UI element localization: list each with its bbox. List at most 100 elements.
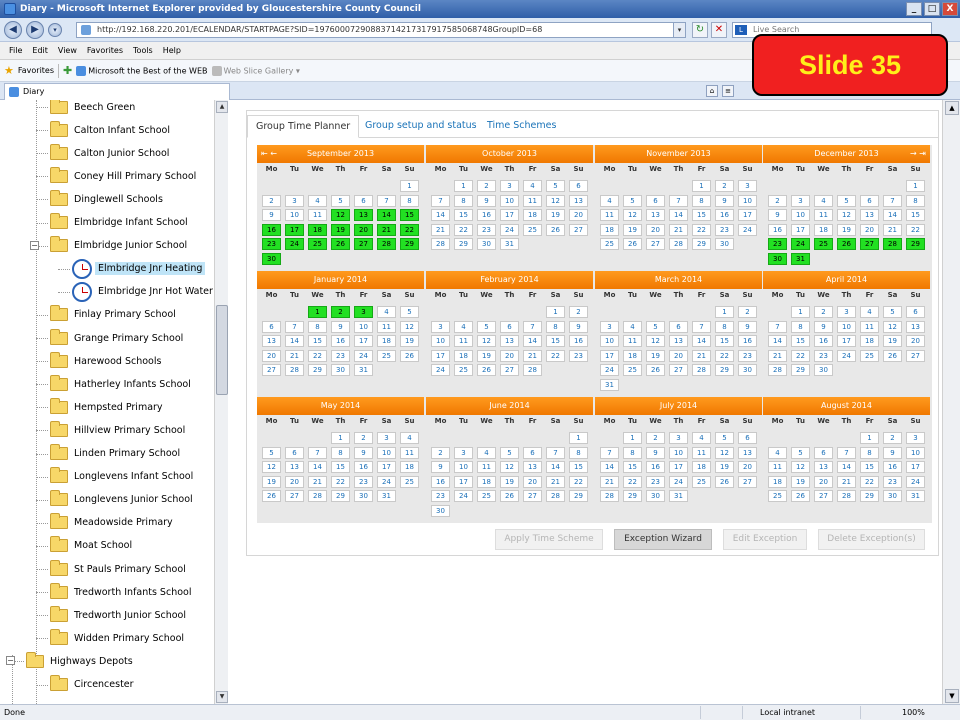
day-cell[interactable]: 7: [883, 194, 902, 207]
day-cell[interactable]: 7: [768, 320, 787, 333]
day-cell[interactable]: 1: [791, 306, 810, 318]
day-cell[interactable]: 17: [500, 209, 519, 221]
day-cell[interactable]: 15: [546, 335, 565, 347]
tree-item-elmbridge-jnr-hot-water[interactable]: Elmbridge Jnr Hot Water: [58, 281, 213, 303]
day-cell[interactable]: 9: [883, 446, 902, 459]
zoom-level[interactable]: 100%: [902, 705, 925, 720]
day-cell[interactable]: 24: [454, 490, 473, 502]
day-cell[interactable]: 22: [546, 349, 565, 362]
day-cell[interactable]: 24: [791, 238, 810, 250]
day-cell[interactable]: 9: [569, 320, 588, 333]
day-cell[interactable]: 23: [262, 238, 281, 250]
day-cell[interactable]: 15: [569, 461, 588, 473]
day-cell[interactable]: 7: [692, 320, 711, 333]
day-cell[interactable]: 8: [791, 320, 810, 333]
day-cell[interactable]: 10: [454, 461, 473, 473]
day-cell[interactable]: 22: [331, 475, 350, 488]
day-cell[interactable]: 26: [331, 238, 350, 250]
menu-file[interactable]: File: [4, 42, 27, 59]
day-cell[interactable]: 16: [738, 335, 757, 347]
day-cell[interactable]: 14: [546, 461, 565, 473]
tree-item-elmbridge-junior-school[interactable]: Elmbridge Junior School: [36, 235, 187, 257]
day-cell[interactable]: 2: [354, 432, 373, 444]
exception-wizard-button[interactable]: Exception Wizard: [614, 529, 712, 550]
url-dropdown-icon[interactable]: ▾: [673, 23, 685, 37]
day-cell[interactable]: 10: [837, 320, 856, 333]
day-cell[interactable]: 3: [600, 320, 619, 333]
day-cell[interactable]: 4: [623, 320, 642, 333]
day-cell[interactable]: 18: [523, 209, 542, 221]
day-cell[interactable]: 29: [454, 238, 473, 250]
collapse-icon[interactable]: −: [6, 656, 15, 666]
day-cell[interactable]: 3: [837, 306, 856, 318]
page-scroll-up-icon[interactable]: ▲: [945, 101, 959, 115]
day-cell[interactable]: 10: [500, 194, 519, 207]
day-cell[interactable]: 9: [354, 446, 373, 459]
day-cell[interactable]: 8: [569, 446, 588, 459]
day-cell[interactable]: 17: [600, 349, 619, 362]
day-cell[interactable]: 23: [883, 475, 902, 488]
day-cell[interactable]: 20: [569, 209, 588, 221]
day-cell[interactable]: 8: [400, 194, 419, 207]
day-cell[interactable]: 8: [906, 194, 925, 207]
day-cell[interactable]: 25: [768, 490, 787, 502]
maximize-button[interactable]: □: [924, 2, 940, 16]
day-cell[interactable]: 28: [546, 490, 565, 502]
day-cell[interactable]: 15: [791, 335, 810, 347]
day-cell[interactable]: 16: [814, 335, 833, 347]
day-cell[interactable]: 26: [791, 490, 810, 502]
tab-group-setup-status[interactable]: Group setup and status: [357, 115, 485, 138]
day-cell[interactable]: 14: [768, 335, 787, 347]
day-cell[interactable]: 28: [431, 238, 450, 250]
day-cell[interactable]: 23: [814, 349, 833, 362]
day-cell[interactable]: 17: [791, 223, 810, 236]
day-cell[interactable]: 13: [354, 209, 373, 221]
day-cell[interactable]: 18: [600, 223, 619, 236]
day-cell[interactable]: 11: [308, 209, 327, 221]
tree-item-circencester[interactable]: Circencester: [36, 674, 134, 696]
day-cell[interactable]: 4: [860, 306, 879, 318]
day-cell[interactable]: 4: [814, 194, 833, 207]
scroll-down-icon[interactable]: ▼: [216, 691, 228, 703]
day-cell[interactable]: 25: [860, 349, 879, 362]
day-cell[interactable]: 11: [814, 209, 833, 221]
day-cell[interactable]: 21: [600, 475, 619, 488]
day-cell[interactable]: 15: [400, 209, 419, 221]
day-cell[interactable]: 8: [623, 446, 642, 459]
day-cell[interactable]: 29: [860, 490, 879, 502]
minimize-button[interactable]: _: [906, 2, 922, 16]
day-cell[interactable]: 18: [692, 461, 711, 473]
day-cell[interactable]: 10: [906, 446, 925, 459]
day-cell[interactable]: 1: [308, 306, 327, 318]
day-cell[interactable]: 21: [883, 223, 902, 236]
day-cell[interactable]: 28: [692, 364, 711, 376]
tree-item-hatherley-infants-school[interactable]: Hatherley Infants School: [36, 373, 191, 395]
page-scrollbar[interactable]: ▲ ▼: [942, 100, 960, 704]
day-cell[interactable]: 7: [837, 446, 856, 459]
day-cell[interactable]: 31: [791, 252, 810, 265]
day-cell[interactable]: 16: [883, 461, 902, 473]
day-cell[interactable]: 30: [262, 252, 281, 265]
menu-edit[interactable]: Edit: [27, 42, 53, 59]
day-cell[interactable]: 14: [883, 209, 902, 221]
day-cell[interactable]: 2: [738, 306, 757, 318]
tree-item-finlay-primary-school[interactable]: Finlay Primary School: [36, 304, 176, 326]
day-cell[interactable]: 21: [431, 223, 450, 236]
day-cell[interactable]: 20: [646, 223, 665, 236]
day-cell[interactable]: 22: [860, 475, 879, 488]
tree-item-elmbridge-infant-school[interactable]: Elmbridge Infant School: [36, 212, 188, 234]
day-cell[interactable]: 25: [377, 349, 396, 362]
day-cell[interactable]: 21: [837, 475, 856, 488]
day-cell[interactable]: 22: [692, 223, 711, 236]
day-cell[interactable]: 2: [715, 180, 734, 192]
day-cell[interactable]: 12: [715, 446, 734, 459]
day-cell[interactable]: 9: [262, 209, 281, 221]
day-cell[interactable]: 24: [431, 364, 450, 376]
day-cell[interactable]: 4: [692, 432, 711, 444]
day-cell[interactable]: 17: [431, 349, 450, 362]
day-cell[interactable]: 3: [285, 194, 304, 207]
day-cell[interactable]: 11: [400, 446, 419, 459]
day-cell[interactable]: 2: [431, 446, 450, 459]
day-cell[interactable]: 9: [738, 320, 757, 333]
menu-help[interactable]: Help: [158, 42, 186, 59]
